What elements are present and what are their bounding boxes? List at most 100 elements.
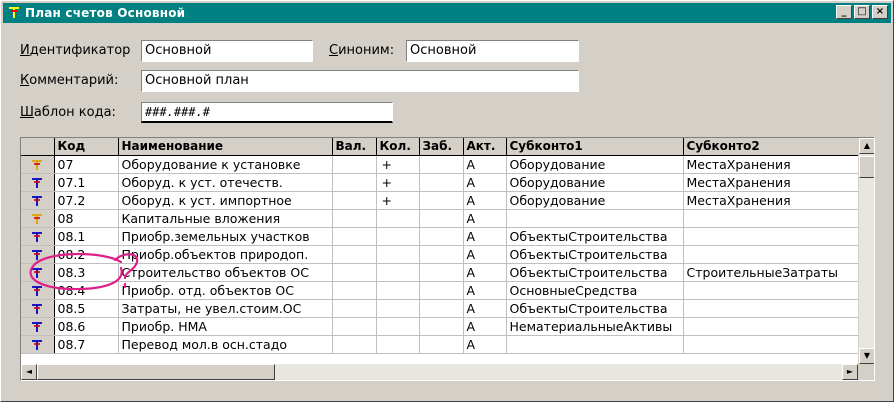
table-row[interactable]: 07.2 Оборуд. к уст. импортное + А Оборудован… [21,191,864,210]
identifier-field[interactable]: Основной [141,40,313,62]
subconto2-cell[interactable] [683,317,864,336]
subconto2-cell[interactable] [683,335,864,354]
offbalance-cell[interactable] [419,191,464,210]
name-cell[interactable]: Оборуд. к уст. отечеств. [118,173,333,192]
currency-cell[interactable] [332,173,377,192]
column-header-subconto2[interactable]: Субконто2 [683,138,864,156]
code-cell[interactable]: 07.2 [54,191,119,210]
subconto2-cell[interactable] [683,245,864,264]
offbalance-cell[interactable] [419,299,464,318]
close-button[interactable]: × [872,5,888,19]
offbalance-cell[interactable] [419,245,464,264]
offbalance-cell[interactable] [419,335,464,354]
currency-cell[interactable] [332,281,377,300]
currency-cell[interactable] [332,263,377,282]
quantity-cell[interactable]: + [376,173,420,192]
currency-cell[interactable] [332,245,377,264]
code-cell[interactable]: 07.1 [54,173,119,192]
offbalance-cell[interactable] [419,209,464,228]
offbalance-cell[interactable] [419,317,464,336]
active-cell[interactable]: А [463,173,507,192]
subconto2-cell[interactable] [683,209,864,228]
active-cell[interactable]: А [463,299,507,318]
name-cell[interactable]: Затраты, не увел.стоим.ОС [118,299,333,318]
title-bar[interactable]: План счетов Основной _ □ × [3,3,891,23]
offbalance-cell[interactable] [419,155,464,174]
scroll-left-button[interactable]: ◄ [21,364,37,380]
active-cell[interactable]: А [463,227,507,246]
currency-cell[interactable] [332,155,377,174]
active-cell[interactable]: А [463,317,507,336]
quantity-cell[interactable] [376,335,420,354]
subconto1-cell[interactable]: ОбъектыСтроительства [506,227,684,246]
column-header-subconto1[interactable]: Субконто1 [506,138,684,156]
subconto1-cell[interactable]: Оборудование [506,173,684,192]
table-row[interactable]: 08.7 Перевод мол.в осн.стадо А [21,335,864,354]
subconto1-cell[interactable]: ОсновныеСредства [506,281,684,300]
table-row[interactable]: 08.2 Приобр.объектов природоп. А ОбъектыСтр… [21,245,864,264]
table-row[interactable]: 08.6 Приобр. НМА А НематериальныеАктивы [21,317,864,336]
currency-cell[interactable] [332,299,377,318]
vertical-scrollbar[interactable]: ▲ ▼ [858,138,874,364]
maximize-button[interactable]: □ [854,5,870,19]
horizontal-scroll-thumb[interactable] [37,364,275,380]
offbalance-cell[interactable] [419,227,464,246]
currency-cell[interactable] [332,209,377,228]
quantity-cell[interactable]: + [376,155,420,174]
active-cell[interactable]: А [463,245,507,264]
code-cell[interactable]: 08.7 [54,335,119,354]
offbalance-cell[interactable] [419,263,464,282]
table-row[interactable]: 07.1 Оборуд. к уст. отечеств. + А Оборудован… [21,173,864,192]
scroll-up-button[interactable]: ▲ [859,138,874,154]
active-cell[interactable]: А [463,281,507,300]
subconto1-cell[interactable] [506,209,684,228]
quantity-cell[interactable] [376,227,420,246]
active-cell[interactable]: А [463,335,507,354]
subconto2-cell[interactable] [683,227,864,246]
code-cell[interactable]: 08.1 [54,227,119,246]
table-row[interactable]: 07 Оборудование к установке + А Оборудование… [21,155,864,174]
subconto2-cell[interactable] [683,281,864,300]
minimize-button[interactable]: _ [836,5,852,19]
column-header-name[interactable]: Наименование [118,138,333,156]
code-cell[interactable]: 08.4 [54,281,119,300]
subconto1-cell[interactable]: Оборудование [506,155,684,174]
subconto2-cell[interactable]: МестаХранения [683,173,864,192]
name-cell[interactable]: Оборуд. к уст. импортное [118,191,333,210]
subconto2-cell[interactable]: МестаХранения [683,191,864,210]
offbalance-cell[interactable] [419,281,464,300]
name-cell[interactable]: Оборудование к установке [118,155,333,174]
subconto1-cell[interactable]: НематериальныеАктивы [506,317,684,336]
currency-cell[interactable] [332,335,377,354]
offbalance-cell[interactable] [419,173,464,192]
currency-cell[interactable] [332,191,377,210]
name-cell[interactable]: Строительство объектов ОС [118,263,333,282]
scroll-right-button[interactable]: ► [842,364,858,380]
quantity-cell[interactable] [376,299,420,318]
table-row[interactable]: 08.5 Затраты, не увел.стоим.ОС А ОбъектыСтр… [21,299,864,318]
name-cell[interactable]: Перевод мол.в осн.стадо [118,335,333,354]
code-cell[interactable]: 08.3 [54,263,119,282]
comment-field[interactable]: Основной план [141,70,579,92]
name-cell[interactable]: Капитальные вложения [118,209,333,228]
active-cell[interactable]: А [463,155,507,174]
horizontal-scrollbar[interactable]: ◄ ► [21,364,858,380]
column-header-currency[interactable]: Вал. [332,138,377,156]
code-cell[interactable]: 08 [54,209,119,228]
column-header-offbalance[interactable]: Заб. [419,138,464,156]
column-header-active[interactable]: Акт. [463,138,507,156]
table-row[interactable]: 08.1 Приобр.земельных участков А ОбъектыСтр… [21,227,864,246]
code-template-field[interactable]: ###.###.# [141,102,393,123]
code-cell[interactable]: 08.5 [54,299,119,318]
subconto1-cell[interactable]: ОбъектыСтроительства [506,263,684,282]
quantity-cell[interactable] [376,281,420,300]
quantity-cell[interactable] [376,245,420,264]
name-cell[interactable]: Приобр.земельных участков [118,227,333,246]
vertical-scroll-thumb[interactable] [859,156,874,178]
quantity-cell[interactable] [376,317,420,336]
table-row[interactable]: 08 Капитальные вложения А [21,209,864,228]
subconto2-cell[interactable]: СтроительныеЗатраты [683,263,864,282]
subconto2-cell[interactable] [683,299,864,318]
table-row[interactable]: 08.3 Строительство объектов ОС А ОбъектыСтр… [21,263,864,282]
accounts-grid[interactable]: Код Наименование Вал. Кол. Заб. Акт. Суб… [20,137,875,381]
